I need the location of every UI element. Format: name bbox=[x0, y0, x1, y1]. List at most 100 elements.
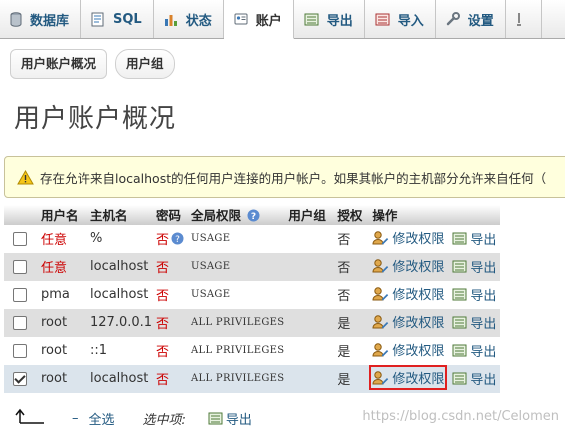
export-link[interactable]: 导出 bbox=[452, 229, 496, 248]
header-password[interactable]: 密码 bbox=[154, 205, 190, 225]
cell-user-group bbox=[286, 364, 336, 393]
row-checkbox-cell bbox=[4, 336, 39, 365]
cell-username: pma bbox=[39, 280, 88, 309]
cell-user-group bbox=[286, 224, 336, 253]
help-icon[interactable]: ? bbox=[247, 209, 260, 225]
header-username[interactable]: 用户名 bbox=[39, 205, 88, 225]
edit-privileges-link[interactable]: 修改权限 bbox=[372, 228, 444, 247]
header-checkbox-col bbox=[4, 205, 39, 225]
tab-databases[interactable]: 数据库 bbox=[0, 0, 82, 38]
username-text: root bbox=[41, 343, 68, 358]
cell-actions: 修改权限 导出 bbox=[370, 224, 500, 253]
cell-user-group bbox=[286, 308, 336, 337]
edit-privileges-label: 修改权限 bbox=[392, 372, 445, 387]
bulk-export-label: 导出 bbox=[225, 412, 252, 428]
select-all-link[interactable]: 全选 bbox=[89, 409, 115, 428]
table-row[interactable]: 任意 localhost 否 USAGE 否修改权限 导出 bbox=[4, 252, 500, 281]
user-edit-icon bbox=[372, 287, 389, 301]
cell-grant: 是 bbox=[335, 336, 371, 365]
cell-global-privileges: USAGE bbox=[189, 224, 287, 253]
tab-accounts[interactable]: 账户 bbox=[223, 0, 294, 39]
export-icon bbox=[304, 13, 319, 26]
username-text: pma bbox=[41, 287, 70, 302]
select-arrow-icon bbox=[14, 408, 46, 428]
tab-label: 设置 bbox=[467, 13, 494, 29]
export-link[interactable]: 导出 bbox=[452, 313, 496, 332]
username-text: root bbox=[41, 371, 68, 386]
edit-privileges-label: 修改权限 bbox=[392, 260, 445, 275]
cell-global-privileges: USAGE bbox=[189, 252, 287, 281]
row-checkbox[interactable] bbox=[13, 287, 27, 302]
export-label: 导出 bbox=[470, 261, 497, 276]
row-checkbox-cell bbox=[4, 280, 39, 309]
cell-actions: 修改权限 导出 bbox=[370, 252, 500, 281]
export-icon bbox=[208, 412, 223, 424]
edit-privileges-link[interactable]: 修改权限 bbox=[372, 312, 444, 331]
username-text: 任意 bbox=[41, 233, 68, 248]
header-hostname[interactable]: 主机名 bbox=[88, 205, 155, 225]
username-text: 任意 bbox=[41, 261, 68, 276]
header-user-group[interactable]: 用户组 bbox=[286, 205, 336, 225]
edit-privileges-label: 修改权限 bbox=[392, 232, 445, 247]
table-row[interactable]: 任意% 否? USAGE 否修改权限 导出 bbox=[4, 224, 500, 253]
user-edit-icon bbox=[372, 343, 389, 357]
warning-text: 存在允许来自localhost的任何用户连接的用户帐户。如果其帐户的主机部分允许… bbox=[40, 170, 547, 186]
row-checkbox[interactable] bbox=[13, 343, 27, 358]
header-global-privileges[interactable]: 全局权限 ? bbox=[189, 205, 287, 225]
table-row[interactable]: root localhost 否 ALL PRIVILEGES 是 修改权限 导出 bbox=[4, 364, 500, 393]
password-status: 否 bbox=[156, 373, 170, 388]
tab-more[interactable] bbox=[506, 0, 542, 38]
table-row[interactable]: root::1 否 ALL PRIVILEGES 是 修改权限 导出 bbox=[4, 336, 500, 365]
password-status: 否 bbox=[156, 317, 170, 332]
header-grant[interactable]: 授权 bbox=[335, 205, 371, 225]
help-icon[interactable]: ? bbox=[171, 232, 184, 249]
user-edit-icon bbox=[372, 259, 389, 273]
table-row[interactable]: pma localhost 否 USAGE 否修改权限 导出 bbox=[4, 280, 500, 309]
cell-global-privileges: ALL PRIVILEGES bbox=[189, 336, 287, 365]
cell-hostname: 127.0.0.1 bbox=[88, 308, 155, 337]
row-checkbox[interactable] bbox=[13, 259, 27, 274]
tab-label: 账户 bbox=[255, 13, 282, 29]
tab-export[interactable]: 导出 bbox=[294, 0, 365, 38]
cell-actions: 修改权限 导出 bbox=[370, 336, 500, 365]
password-status: 否 bbox=[156, 345, 170, 360]
row-checkbox-cell bbox=[4, 224, 39, 253]
more-icon bbox=[516, 12, 522, 27]
subtab-user-accounts-overview[interactable]: 用户账户概况 bbox=[10, 49, 108, 79]
username-text: root bbox=[41, 315, 68, 330]
export-link[interactable]: 导出 bbox=[452, 257, 496, 276]
edit-privileges-link[interactable]: 修改权限 bbox=[372, 340, 444, 359]
edit-privileges-link[interactable]: 修改权限 bbox=[369, 365, 448, 390]
table-row[interactable]: root 127.0.0.1 否 ALL PRIVILEGES 是 修改权限 导出 bbox=[4, 308, 500, 337]
row-checkbox[interactable] bbox=[13, 315, 27, 330]
tab-label: SQL bbox=[113, 11, 142, 27]
edit-privileges-link[interactable]: 修改权限 bbox=[372, 256, 444, 275]
tab-import[interactable]: 导入 bbox=[365, 0, 436, 38]
password-status: 否 bbox=[156, 289, 170, 304]
cell-password: 否 bbox=[154, 336, 190, 365]
row-checkbox[interactable] bbox=[13, 231, 27, 246]
cell-grant: 是 bbox=[335, 364, 371, 393]
export-link[interactable]: 导出 bbox=[452, 369, 496, 388]
subtab-user-groups[interactable]: 用户组 bbox=[115, 49, 175, 79]
cell-actions: 修改权限 导出 bbox=[369, 364, 500, 393]
export-link[interactable]: 导出 bbox=[452, 285, 496, 304]
export-label: 导出 bbox=[470, 373, 497, 388]
tab-sql[interactable]: SQL bbox=[81, 0, 154, 38]
cell-global-privileges: ALL PRIVILEGES bbox=[189, 308, 287, 337]
cell-global-privileges: ALL PRIVILEGES bbox=[189, 364, 287, 393]
bulk-export-link[interactable]: 导出 bbox=[208, 409, 252, 428]
tab-status[interactable]: 状态 bbox=[154, 0, 224, 38]
export-icon bbox=[452, 316, 467, 329]
cell-grant: 否 bbox=[335, 280, 371, 309]
database-icon bbox=[10, 11, 22, 27]
edit-privileges-link[interactable]: 修改权限 bbox=[372, 284, 444, 303]
export-link[interactable]: 导出 bbox=[452, 341, 496, 360]
dash-separator: – bbox=[72, 410, 79, 426]
cell-password: 否 bbox=[154, 280, 190, 309]
export-icon bbox=[452, 372, 467, 385]
cell-password: 否 bbox=[154, 364, 190, 393]
tab-settings[interactable]: 设置 bbox=[436, 0, 506, 38]
row-checkbox[interactable] bbox=[13, 371, 27, 386]
cell-actions: 修改权限 导出 bbox=[370, 280, 500, 309]
